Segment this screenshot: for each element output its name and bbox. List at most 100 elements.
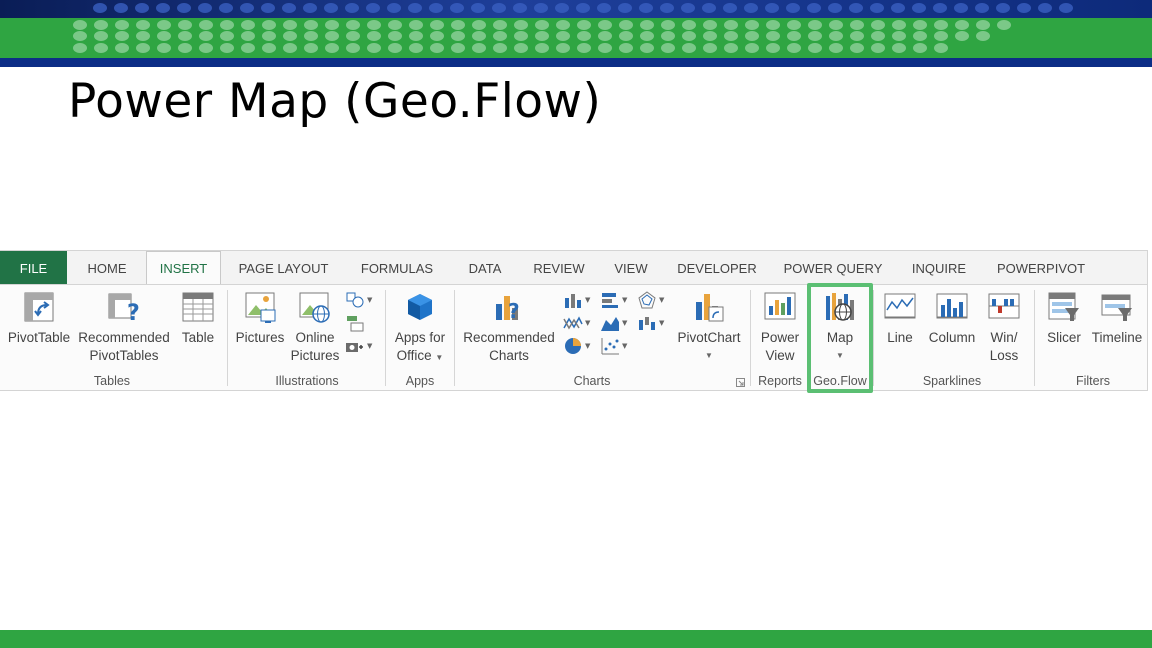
power-view-label-1: Power [760,330,800,345]
sparkline-winloss-icon [988,293,1020,319]
pivottable-icon [24,292,54,322]
tab-view[interactable]: VIEW [607,251,655,284]
pie-chart-icon [565,338,581,354]
slicer-button[interactable]: Slicer [1042,290,1086,347]
slide-header-banner [0,0,1152,67]
chevron-down-icon: ▼ [622,296,628,304]
group-label-reports: Reports [758,374,802,388]
chevron-down-icon: ▼ [367,296,373,304]
column-chart-icon [565,294,581,308]
line-chart-button[interactable]: ▼ [563,313,590,333]
online-pictures-icon [299,292,330,323]
sparkline-column-button[interactable]: Column [924,290,980,347]
pivotchart-button[interactable]: PivotChart ▼ [674,290,744,365]
timeline-button[interactable]: Timeline [1089,290,1145,347]
pivottable-button[interactable]: PivotTable [4,290,74,347]
group-label-charts: Charts [573,374,611,388]
scatter-chart-icon [601,338,619,355]
stock-chart-button[interactable]: ▼ [637,313,664,333]
shapes-icon [346,292,364,308]
tab-developer[interactable]: DEVELOPER [671,251,763,284]
ribbon-tab-row: FILE HOME INSERT PAGE LAYOUT FORMULAS DA… [0,251,1147,285]
area-chart-button[interactable]: ▼ [600,313,627,333]
radar-chart-button[interactable]: ▼ [637,290,664,310]
apps-for-office-icon [408,294,432,320]
power-view-button[interactable]: Power View [755,290,805,365]
stock-chart-icon [639,317,655,330]
tab-review[interactable]: REVIEW [527,251,591,284]
slide-footer-bar [0,630,1152,648]
group-separator [873,290,874,386]
svg-text:?: ? [127,301,140,324]
group-separator [227,290,228,386]
apps-for-office-label-2: Office ▼ [396,348,444,363]
power-view-label-2: View [765,348,795,363]
recommended-charts-icon: ? [496,296,520,323]
slicer-icon [1048,292,1079,321]
chevron-down-icon: ▼ [659,319,665,327]
recommended-pivottables-label-1: Recommended [78,330,170,345]
tab-file[interactable]: FILE [0,251,67,284]
tab-page-layout[interactable]: PAGE LAYOUT [230,251,337,284]
excel-ribbon: FILE HOME INSERT PAGE LAYOUT FORMULAS DA… [0,250,1148,393]
recommended-charts-label-2: Charts [489,348,529,363]
recommended-pivottables-icon: ? [108,293,140,324]
tab-power-query[interactable]: POWER QUERY [779,251,887,284]
timeline-icon [1101,294,1132,321]
table-button[interactable]: Table [176,290,220,347]
pictures-button[interactable]: Pictures [233,290,287,347]
apps-for-office-button[interactable]: Apps for Office ▼ [390,290,450,367]
sparkline-column-icon [936,293,968,319]
chevron-down-icon: ▼ [585,342,591,350]
sparkline-winloss-button[interactable]: Win/ Loss [982,290,1026,365]
table-icon [182,292,214,322]
group-separator [385,290,386,386]
online-pictures-label-2: Pictures [290,348,340,363]
chevron-down-icon: ▼ [705,351,713,360]
slide-title: Power Map (Geo.Flow) [68,74,602,129]
line-chart-icon [563,316,583,330]
pie-chart-button[interactable]: ▼ [563,336,590,356]
sparkline-column-label: Column [928,330,976,345]
sparkline-line-button[interactable]: Line [878,290,922,347]
screenshot-button[interactable]: ▼ [345,336,372,356]
chevron-down-icon: ▼ [622,319,628,327]
recommended-charts-label-1: Recommended [463,330,555,345]
tab-powerpivot[interactable]: POWERPIVOT [990,251,1092,284]
group-label-filters: Filters [1075,374,1111,388]
pivotchart-icon [696,294,724,322]
sparkline-line-icon [884,293,916,319]
tab-insert[interactable]: INSERT [146,251,221,285]
tab-data[interactable]: DATA [458,251,512,284]
column-chart-button[interactable]: ▼ [563,290,590,310]
chevron-down-icon: ▼ [622,342,628,350]
apps-for-office-label-1: Apps for [394,330,446,345]
group-label-illustrations: Illustrations [275,374,339,388]
screenshot-icon [346,343,363,352]
shapes-button[interactable]: ▼ [345,290,372,310]
smartart-icon [347,316,364,332]
smartart-button[interactable] [345,313,365,333]
scatter-chart-button[interactable]: ▼ [600,336,627,356]
group-label-tables: Tables [93,374,131,388]
recommended-charts-button[interactable]: ? Recommended Charts [460,290,558,365]
sparkline-line-label: Line [887,330,913,345]
geoflow-highlight-box [807,283,873,393]
area-chart-icon [601,317,619,331]
pictures-icon [245,292,276,323]
online-pictures-button[interactable]: Online Pictures [290,290,340,365]
chevron-down-icon: ▼ [367,342,373,350]
timeline-label: Timeline [1091,330,1143,345]
tab-formulas[interactable]: FORMULAS [352,251,442,284]
group-separator [750,290,751,386]
pivottable-label: PivotTable [7,330,71,345]
banner-dot-pattern [73,3,1073,53]
recommended-pivottables-button[interactable]: ? Recommended PivotTables [76,290,172,365]
bar-chart-button[interactable]: ▼ [600,290,627,310]
chevron-down-icon: ▼ [585,296,591,304]
tab-home[interactable]: HOME [74,251,140,284]
bar-chart-icon [602,293,618,308]
dialog-launcher-icon[interactable] [736,378,745,387]
tab-inquire[interactable]: INQUIRE [904,251,974,284]
ribbon-body: PivotTable ? Recommended PivotTables Tab… [0,284,1147,390]
